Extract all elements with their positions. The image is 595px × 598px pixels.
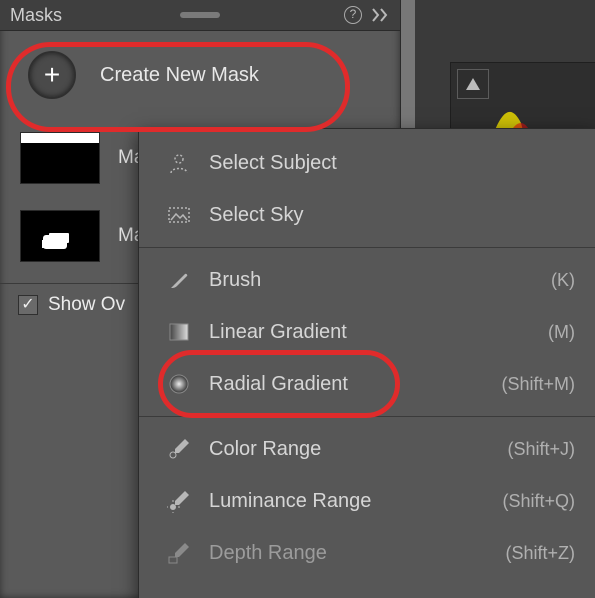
eyedropper-luminance-icon: [165, 487, 193, 515]
menu-shortcut: (K): [551, 270, 575, 291]
help-icon[interactable]: ?: [344, 6, 362, 24]
menu-item-color-range[interactable]: Color Range (Shift+J): [139, 423, 595, 475]
mask-thumbnail: [20, 132, 100, 184]
person-icon: [165, 149, 193, 177]
eyedropper-color-icon: [165, 435, 193, 463]
menu-item-label: Color Range: [209, 438, 491, 461]
menu-item-label: Linear Gradient: [209, 321, 532, 344]
menu-item-label: Brush: [209, 269, 535, 292]
menu-item-select-sky[interactable]: Select Sky: [139, 189, 595, 241]
menu-item-label: Select Subject: [209, 152, 575, 175]
show-overlay-label: Show Ov: [48, 294, 125, 316]
shadow-clip-indicator[interactable]: [457, 69, 489, 99]
menu-item-label: Radial Gradient: [209, 373, 485, 396]
menu-item-select-subject[interactable]: Select Subject: [139, 137, 595, 189]
menu-item-brush[interactable]: Brush (K): [139, 254, 595, 306]
menu-divider: [139, 416, 595, 417]
menu-item-label: Select Sky: [209, 204, 575, 227]
create-mask-menu: Select Subject Select Sky Brush (K) Line…: [138, 128, 595, 598]
menu-item-radial-gradient[interactable]: Radial Gradient (Shift+M): [139, 358, 595, 410]
menu-item-depth-range: Depth Range (Shift+Z): [139, 527, 595, 579]
panel-drag-handle[interactable]: [180, 12, 220, 18]
mask-thumbnail: [20, 210, 100, 262]
menu-shortcut: (Shift+M): [501, 374, 575, 395]
create-new-mask-label: Create New Mask: [100, 64, 259, 87]
collapse-icon[interactable]: [372, 8, 390, 22]
panel-title: Masks: [10, 5, 62, 26]
photo-icon: [165, 201, 193, 229]
create-new-mask-row[interactable]: + Create New Mask: [0, 31, 400, 119]
linear-gradient-icon: [165, 318, 193, 346]
brush-icon: [165, 266, 193, 294]
menu-shortcut: (M): [548, 322, 575, 343]
plus-icon: +: [44, 61, 60, 89]
eyedropper-depth-icon: [165, 539, 193, 567]
menu-item-label: Luminance Range: [209, 490, 486, 513]
menu-shortcut: (Shift+J): [507, 439, 575, 460]
triangle-icon: [466, 78, 480, 90]
radial-gradient-icon: [165, 370, 193, 398]
create-new-mask-button[interactable]: +: [28, 51, 76, 99]
menu-item-luminance-range[interactable]: Luminance Range (Shift+Q): [139, 475, 595, 527]
menu-item-linear-gradient[interactable]: Linear Gradient (M): [139, 306, 595, 358]
menu-shortcut: (Shift+Q): [502, 491, 575, 512]
menu-divider: [139, 247, 595, 248]
menu-item-label: Depth Range: [209, 542, 489, 565]
menu-shortcut: (Shift+Z): [505, 543, 575, 564]
panel-header: Masks ?: [0, 0, 400, 31]
show-overlay-checkbox[interactable]: ✓: [18, 295, 38, 315]
